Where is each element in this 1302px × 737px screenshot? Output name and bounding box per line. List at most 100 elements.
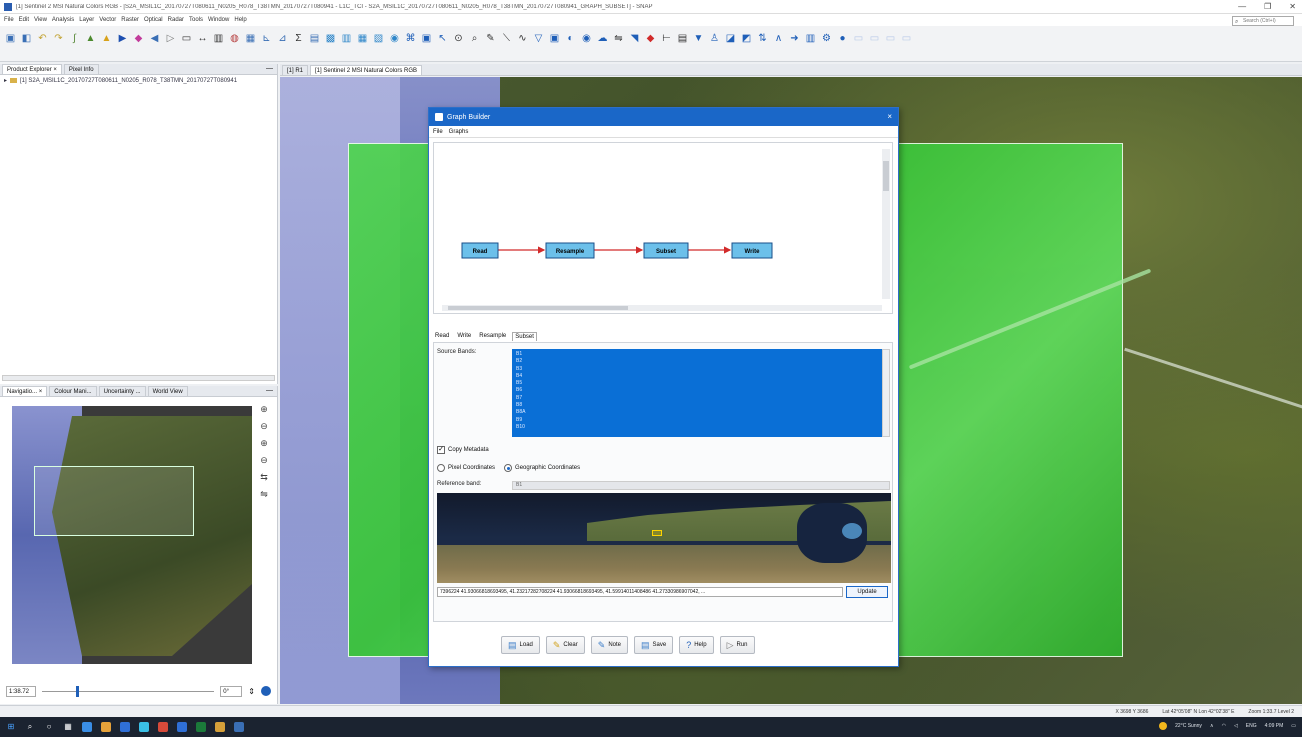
cursor-icon[interactable]: ↖: [436, 32, 449, 45]
edge-icon[interactable]: [82, 722, 92, 732]
band-list-item[interactable]: B3: [516, 366, 878, 373]
chrome-icon[interactable]: [158, 722, 168, 732]
profile-icon[interactable]: ⊾: [260, 32, 273, 45]
menu-window[interactable]: Window: [208, 17, 229, 23]
graph-builder-icon[interactable]: ⌘: [404, 32, 417, 45]
reference-band-select[interactable]: B1: [512, 481, 890, 490]
tab-pixel-info[interactable]: Pixel Info: [63, 64, 99, 74]
tab-colour-manipulation[interactable]: Colour Mani...: [49, 386, 97, 396]
statistics-icon[interactable]: Σ: [292, 32, 305, 45]
ellipse-icon[interactable]: ⊙: [452, 32, 465, 45]
colour-icon[interactable]: ◉: [388, 32, 401, 45]
help-button[interactable]: ? Help: [679, 636, 714, 654]
tile-4-icon[interactable]: ▭: [900, 32, 913, 45]
wifi-icon[interactable]: ◠: [1222, 723, 1226, 729]
redo-icon[interactable]: ↷: [52, 32, 65, 45]
aoi-rectangle[interactable]: [652, 530, 662, 536]
graph-canvas[interactable]: Read Resample Subset Write: [433, 142, 893, 314]
analysis-icon[interactable]: ▥: [804, 32, 817, 45]
menu-edit[interactable]: Edit: [19, 17, 29, 23]
sync-cursor-icon[interactable]: ⇋: [260, 489, 268, 500]
menu-optical[interactable]: Optical: [144, 17, 163, 23]
select-icon[interactable]: ▷: [164, 32, 177, 45]
graph-horizontal-scrollbar[interactable]: [442, 305, 882, 311]
zoom-in-icon[interactable]: ⊕: [260, 404, 268, 415]
word-icon[interactable]: [177, 722, 187, 732]
minimize-window-icon[interactable]: —: [1238, 2, 1246, 11]
pixel-coordinates-radio[interactable]: [437, 464, 445, 472]
measure-icon[interactable]: ↔: [196, 32, 209, 45]
world-map-icon[interactable]: ◍: [228, 32, 241, 45]
spectrum-icon[interactable]: ▲: [84, 32, 97, 45]
bars-icon[interactable]: ▤: [676, 32, 689, 45]
language-indicator[interactable]: ENG: [1246, 723, 1257, 729]
band-list-item[interactable]: B10: [516, 424, 878, 431]
mask-manager-icon[interactable]: ▼: [692, 32, 705, 45]
polygon-icon[interactable]: ▽: [532, 32, 545, 45]
expand-icon[interactable]: ▸: [4, 77, 7, 84]
rotation-field[interactable]: 0°: [220, 685, 243, 697]
menu-radar[interactable]: Radar: [168, 17, 184, 23]
dialog-menu-file[interactable]: File: [433, 129, 443, 135]
source-bands-list[interactable]: B1 B2 B3 B4 B5 B6 B7 B8 B8A B9 B10: [512, 349, 882, 437]
explorer-icon[interactable]: [101, 722, 111, 732]
rectangle-icon[interactable]: ▭: [180, 32, 193, 45]
cloud-icon[interactable]: ☁: [596, 32, 609, 45]
tab-world-view[interactable]: World View: [147, 386, 188, 396]
tab-rgb-view[interactable]: [1] Sentinel 2 MSI Natural Colors RGB: [310, 64, 423, 75]
menu-help[interactable]: Help: [234, 17, 246, 23]
band-list-item[interactable]: B8A: [516, 409, 878, 416]
tab-r1-view[interactable]: [1] R1: [282, 64, 309, 75]
tab-write[interactable]: Write: [455, 332, 473, 341]
mail-icon[interactable]: [120, 722, 130, 732]
zoom-tool-icon[interactable]: ◆: [132, 32, 145, 45]
undo-icon[interactable]: ↶: [36, 32, 49, 45]
session-icon[interactable]: ◧: [20, 32, 33, 45]
sync-view-icon[interactable]: ⇅: [756, 32, 769, 45]
note-button[interactable]: ✎ Note: [590, 636, 628, 654]
tile-2-icon[interactable]: ▭: [868, 32, 881, 45]
notification-icon[interactable]: ▭: [1291, 723, 1296, 729]
search-input[interactable]: ⌕ Search (Ctrl+I): [1232, 16, 1294, 26]
globe-icon[interactable]: ●: [836, 32, 849, 45]
maximize-window-icon[interactable]: ❐: [1264, 2, 1271, 11]
close-dialog-icon[interactable]: ×: [887, 112, 892, 121]
load-button[interactable]: ▤ Load: [501, 636, 540, 654]
dialog-title-bar[interactable]: Graph Builder ×: [429, 108, 898, 126]
tab-read[interactable]: Read: [433, 332, 451, 341]
split-icon[interactable]: ⊢: [660, 32, 673, 45]
scale-field[interactable]: 1:38.72: [6, 685, 36, 697]
geographic-coordinates-radio[interactable]: [504, 464, 513, 472]
close-window-icon[interactable]: ✕: [1289, 2, 1296, 11]
save-button[interactable]: ▤ Save: [634, 636, 674, 654]
band-list-item[interactable]: B8: [516, 402, 878, 409]
arrow-icon[interactable]: ➜: [788, 32, 801, 45]
tab-uncertainty[interactable]: Uncertainty ...: [98, 386, 146, 396]
pin-icon[interactable]: ▶: [116, 32, 129, 45]
zoom-all-icon[interactable]: ⊖: [260, 455, 268, 466]
minimize-panel-icon[interactable]: —: [266, 387, 273, 394]
close-tab-icon[interactable]: ×: [53, 67, 57, 73]
spectral-icon[interactable]: ▦: [356, 32, 369, 45]
sync-views-icon[interactable]: ⇆: [260, 472, 268, 483]
scroll-thumb[interactable]: [448, 306, 628, 310]
geo-region-field[interactable]: 7396224 41.93066818693495, 41.2321728270…: [437, 587, 843, 597]
task-view-icon[interactable]: ○: [44, 722, 54, 732]
dialog-menu-graphs[interactable]: Graphs: [449, 129, 469, 135]
product-tree-item[interactable]: ▸ [1] S2A_MSIL1C_20170727T080611_N0205_R…: [0, 75, 277, 86]
excel-icon[interactable]: [196, 722, 206, 732]
menu-tools[interactable]: Tools: [189, 17, 203, 23]
update-button[interactable]: Update: [846, 586, 888, 598]
band-list-item[interactable]: B9: [516, 417, 878, 424]
clock[interactable]: 4:09 PM: [1265, 723, 1284, 729]
tile-1-icon[interactable]: ▭: [852, 32, 865, 45]
viewport-rectangle[interactable]: [34, 466, 194, 536]
run-button[interactable]: ▷ Run: [719, 636, 755, 654]
tray-chevron-icon[interactable]: ∧: [1210, 723, 1214, 729]
menu-analysis[interactable]: Analysis: [52, 17, 74, 23]
magic-wand-icon[interactable]: ◉: [580, 32, 593, 45]
filter-icon[interactable]: ◪: [724, 32, 737, 45]
band-list-item[interactable]: B4: [516, 373, 878, 380]
region-selection-map[interactable]: [437, 493, 891, 583]
batch-icon[interactable]: ▣: [420, 32, 433, 45]
